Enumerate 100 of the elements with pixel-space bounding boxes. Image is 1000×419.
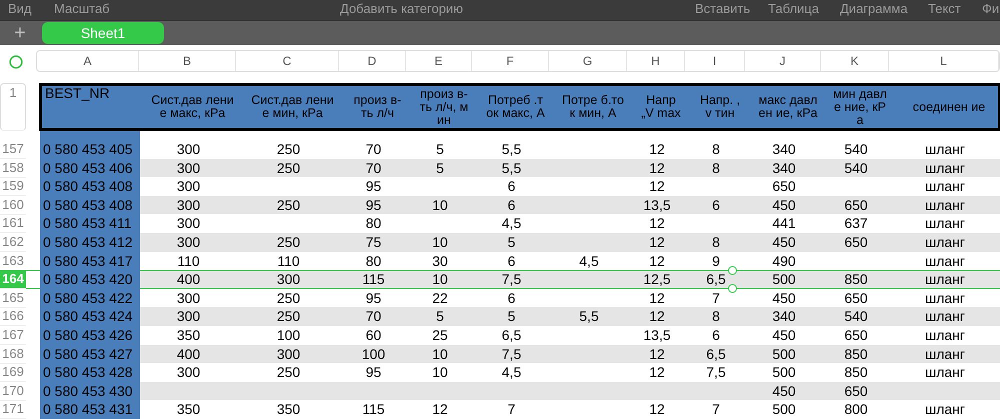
table-cell: 12 [432, 401, 448, 418]
menu-item[interactable]: Масштаб [54, 1, 110, 16]
table-cell: 7 [508, 401, 516, 418]
header-cell-text: Сист.дав ление макс, кPa [150, 92, 235, 122]
column-letter[interactable]: J [745, 51, 821, 71]
row-number[interactable]: 157 [0, 140, 26, 159]
row-number[interactable]: 158 [0, 158, 26, 178]
table-cell: 13,5 [643, 326, 671, 343]
table-cell: 540 [844, 160, 868, 176]
table-cell: 0 580 453 417 [43, 252, 133, 269]
table-cell: 6 [508, 252, 516, 269]
table-cell: 0 580 453 431 [43, 401, 133, 418]
table-cell: шланг [924, 252, 966, 269]
column-letter[interactable]: K [821, 51, 889, 71]
table-cell: 4,5 [502, 364, 522, 380]
column-letter[interactable]: I [685, 51, 745, 71]
row-number[interactable]: 169 [0, 363, 26, 382]
table-cell: 350 [176, 326, 200, 343]
column-letter[interactable]: B [139, 51, 236, 71]
column-letter[interactable]: D [339, 51, 406, 71]
table-cell: 100 [276, 326, 300, 343]
menu-item[interactable]: Вид [8, 1, 32, 16]
row-number[interactable]: 160 [0, 196, 26, 215]
table-cell: 80 [366, 252, 382, 269]
table-cell: 300 [176, 215, 200, 232]
table-cell: 6 [508, 196, 516, 213]
table-cell: 4,5 [579, 252, 599, 269]
table-cell: 650 [844, 290, 868, 306]
add-sheet-button[interactable]: + [10, 23, 30, 43]
table-cell: 95 [366, 290, 382, 306]
table-cell: 350 [176, 401, 200, 418]
column-letter[interactable]: H [627, 51, 685, 71]
table-cell: 12 [649, 401, 665, 418]
table-cell: 0 580 453 422 [43, 290, 133, 306]
table-cell: 22 [432, 290, 448, 306]
menu-item[interactable]: Таблица [768, 1, 819, 16]
table-cell: 5,5 [502, 160, 522, 176]
table-cell: 500 [772, 401, 796, 418]
table-cell: 7,5 [706, 364, 726, 380]
row-number[interactable]: 161 [0, 214, 26, 234]
table-cell: 250 [276, 196, 300, 213]
table-cell: 75 [366, 234, 382, 250]
table-cell: шланг [924, 234, 966, 250]
table-cell: 490 [772, 252, 796, 269]
row-number[interactable]: 166 [0, 307, 26, 326]
table-cell: 4,5 [502, 215, 522, 232]
sheet-tab[interactable]: Sheet1 [42, 22, 164, 44]
table-cell: 340 [772, 160, 796, 176]
table-cell: 0 580 453 408 [43, 178, 133, 194]
table-cell: шланг [924, 401, 966, 418]
table-cell: 5 [436, 141, 444, 157]
table-cell: 250 [276, 364, 300, 380]
table-cell: 0 580 453 406 [43, 160, 133, 176]
table-cell: 12 [649, 290, 665, 306]
table-cell: шланг [924, 215, 966, 232]
table-cell: 5,5 [579, 308, 599, 324]
menu-item[interactable]: Диаграмма [840, 1, 908, 16]
table-cell: 7 [712, 290, 720, 306]
header-cell-text: произ в-ть л/ч [352, 92, 402, 122]
row-number[interactable]: 170 [0, 382, 26, 401]
row-number[interactable]: 164 [0, 270, 26, 290]
table-cell: 540 [844, 141, 868, 157]
table-cell: шланг [924, 346, 966, 362]
row-number[interactable]: 168 [0, 344, 26, 364]
column-letter[interactable]: G [549, 51, 627, 71]
row-number[interactable]: 159 [0, 177, 26, 196]
column-letter[interactable]: A [37, 51, 139, 71]
table-cell: 300 [176, 178, 200, 194]
column-letter[interactable]: C [236, 51, 339, 71]
column-letter[interactable]: E [406, 51, 472, 71]
row-number[interactable]: 162 [0, 232, 26, 252]
table-cell: 8 [712, 141, 720, 157]
row-number[interactable]: 167 [0, 326, 26, 345]
menu-item[interactable]: Вставить [695, 1, 750, 16]
row-number[interactable]: 171 [0, 400, 26, 419]
table-cell: 5,5 [502, 141, 522, 157]
table-cell: 10 [432, 196, 448, 213]
table-cell: 300 [176, 290, 200, 306]
table-cell: 500 [772, 346, 796, 362]
table-cell: 5 [436, 308, 444, 324]
menu-item[interactable]: Текст [928, 1, 961, 16]
column-letter[interactable]: L [889, 51, 999, 71]
table-cell: 30 [432, 252, 448, 269]
menu-item[interactable]: Фи [982, 1, 1000, 16]
table-cell: 12 [649, 160, 665, 176]
table-cell: 10 [432, 271, 448, 288]
table-cell: 450 [772, 326, 796, 343]
row-number[interactable]: 165 [0, 288, 26, 308]
table-cell: 650 [844, 326, 868, 343]
table-cell: 12 [649, 346, 665, 362]
column-letter[interactable]: F [472, 51, 549, 71]
table-cell: 8 [712, 160, 720, 176]
header-cell-text: мин давле ние, кPa [832, 86, 888, 128]
table-cell: 0 580 453 430 [43, 382, 133, 399]
menu-item[interactable]: Добавить категорию [340, 1, 463, 16]
row-number[interactable]: 1 [0, 83, 26, 131]
table-cell: 70 [366, 160, 382, 176]
table-cell: 0 580 453 428 [43, 364, 133, 380]
table-cell: шланг [924, 178, 966, 194]
table-cell: 5 [508, 234, 516, 250]
